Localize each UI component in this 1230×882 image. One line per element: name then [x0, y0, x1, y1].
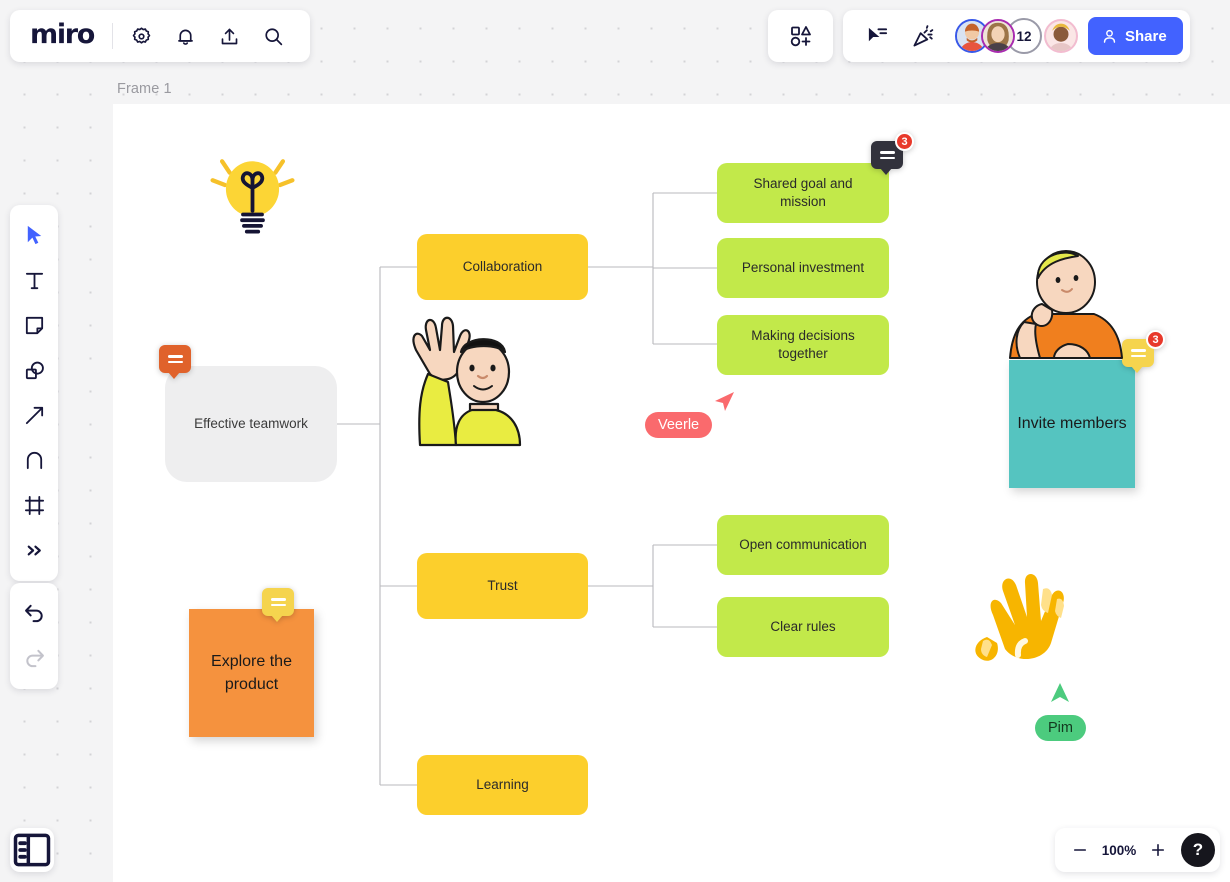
node-label: Shared goal and mission: [753, 176, 853, 209]
sticky-note-tool[interactable]: [14, 303, 54, 348]
comment-count-badge: 3: [895, 132, 914, 151]
node-label: Making decisions together: [751, 328, 855, 361]
text-tool[interactable]: [14, 258, 54, 303]
sticky-note-text: Explore the product: [211, 652, 292, 693]
history-toolbar: [10, 583, 58, 689]
share-button[interactable]: Share: [1088, 17, 1183, 55]
comment-count-badge: 3: [1146, 330, 1165, 349]
celebrate-icon[interactable]: [901, 14, 945, 58]
zoom-in-button[interactable]: [1143, 834, 1173, 866]
cursor-name: Pim: [1048, 720, 1073, 736]
panel-icon: [13, 833, 51, 867]
chevron-double-right-icon: [27, 545, 41, 556]
share-label: Share: [1125, 27, 1167, 45]
sticky-note-explore-product[interactable]: Explore the product: [189, 609, 314, 737]
help-button[interactable]: ?: [1181, 833, 1215, 867]
zoom-out-button[interactable]: [1065, 834, 1095, 866]
cursor-label-pim: Pim: [1035, 715, 1086, 742]
gear-icon[interactable]: [119, 14, 163, 58]
undo-button[interactable]: [14, 591, 54, 636]
pen-icon: [26, 451, 42, 470]
party-popper-icon: [912, 24, 933, 47]
node-label: Effective teamwork: [194, 416, 308, 432]
connector-tool[interactable]: [14, 393, 54, 438]
node-label: Trust: [487, 578, 518, 594]
search-icon[interactable]: [251, 14, 295, 58]
divider: [112, 23, 114, 49]
node-label: Clear rules: [770, 619, 836, 635]
upload-icon[interactable]: [207, 14, 251, 58]
cursor-pointer-pim: [1051, 683, 1069, 702]
mindmap-node-collaboration[interactable]: Collaboration: [417, 234, 588, 300]
comment-lines-icon: [1130, 349, 1146, 357]
arrow-icon: [25, 406, 43, 425]
comment-lines-icon: [270, 598, 286, 606]
avatar[interactable]: [981, 19, 1015, 53]
lightbulb-sticker[interactable]: [205, 148, 300, 243]
zoom-controls: 100% ?: [1055, 828, 1220, 872]
mindmap-node-open-communication[interactable]: Open communication: [717, 515, 889, 575]
waving-person-sticker[interactable]: [398, 312, 526, 447]
frame-label[interactable]: Frame 1: [117, 81, 172, 97]
person-icon: [1103, 29, 1116, 43]
more-tools[interactable]: [14, 528, 54, 573]
waving-hand-sticker[interactable]: [963, 563, 1083, 683]
comment-lines-icon: [879, 151, 895, 159]
comment-badge-root[interactable]: [159, 345, 191, 379]
sticky-note-icon: [25, 316, 43, 335]
left-toolbar: [10, 205, 58, 581]
mindmap-node-shared-goal[interactable]: Shared goal and mission: [717, 163, 889, 223]
pen-tool[interactable]: [14, 438, 54, 483]
collaborator-avatars: 12: [955, 18, 1078, 54]
mindmap-node-trust[interactable]: Trust: [417, 553, 588, 619]
mindmap-node-clear-rules[interactable]: Clear rules: [717, 597, 889, 657]
node-label: Learning: [476, 777, 529, 793]
plus-icon: [1151, 843, 1165, 857]
bell-icon[interactable]: [163, 14, 207, 58]
cursor-icon: [27, 225, 41, 245]
mindmap-node-learning[interactable]: Learning: [417, 755, 588, 815]
mindmap-node-personal-investment[interactable]: Personal investment: [717, 238, 889, 298]
shapes-icon: [25, 361, 44, 380]
comment-lines-icon: [167, 355, 183, 363]
sticky-note-text: Invite members: [1017, 415, 1127, 433]
cursor-name: Veerle: [658, 417, 700, 433]
shapes-add-icon: [790, 26, 811, 47]
redo-button[interactable]: [14, 636, 54, 681]
avatar-current-user[interactable]: [1044, 19, 1078, 53]
redo-icon: [25, 649, 44, 668]
thinking-person-sticker[interactable]: [1006, 248, 1132, 360]
apps-shapes-button[interactable]: [768, 10, 833, 62]
panel-toggle-button[interactable]: [10, 828, 54, 872]
frame-tool[interactable]: [14, 483, 54, 528]
node-label: Open communication: [739, 537, 867, 553]
top-bar-right: 12 Share: [843, 10, 1190, 62]
shapes-tool[interactable]: [14, 348, 54, 393]
node-label: Collaboration: [462, 259, 543, 275]
cursor-pointer-veerle: [715, 392, 734, 411]
minus-icon: [1073, 849, 1087, 851]
cursor-lines-icon: [868, 27, 887, 41]
sticky-note-invite-members[interactable]: Invite members: [1009, 360, 1135, 488]
text-icon: [25, 272, 43, 290]
node-label: Personal investment: [741, 260, 865, 276]
mindmap-node-making-decisions[interactable]: Making decisions together: [717, 315, 889, 375]
cursor-chat-icon[interactable]: [855, 14, 899, 58]
frame-icon: [24, 495, 44, 516]
select-tool[interactable]: [14, 213, 54, 258]
comment-badge-shared-goal[interactable]: 3: [871, 132, 914, 175]
mindmap-node-root[interactable]: Effective teamwork: [165, 366, 337, 482]
top-bar-left: miro: [10, 10, 310, 62]
cursor-label-veerle: Veerle: [645, 412, 713, 439]
comment-badge-explore[interactable]: [262, 588, 294, 622]
zoom-level[interactable]: 100%: [1099, 843, 1139, 858]
undo-icon: [24, 604, 43, 623]
miro-board-app: Frame 1 Effective teamwork Collaboration…: [0, 0, 1230, 882]
miro-logo[interactable]: miro: [24, 19, 106, 54]
